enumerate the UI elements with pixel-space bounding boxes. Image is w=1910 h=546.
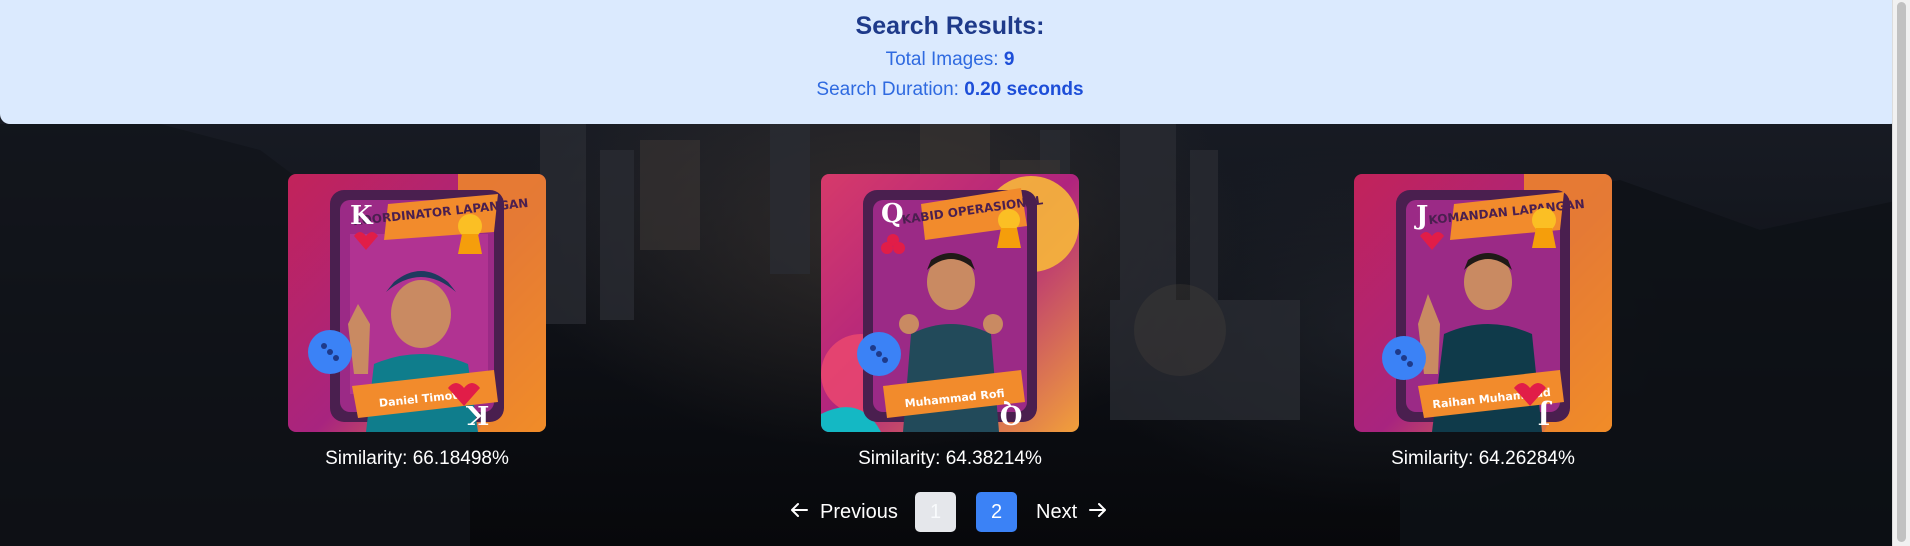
search-duration-label: Search Duration: <box>816 79 959 100</box>
next-label: Next <box>1036 500 1078 523</box>
card-rank: K <box>350 201 374 231</box>
arrow-left-icon <box>790 501 808 524</box>
search-results-header: Search Results: Total Images: 9 Search D… <box>0 0 1900 124</box>
result-card[interactable]: KABID OPERASIONAL Q Muhammad Rofi Q Simi… <box>821 174 1079 470</box>
vertical-scrollbar[interactable] <box>1892 0 1910 546</box>
card-rank-bottom: K <box>465 399 489 429</box>
result-image[interactable]: KOORDINATOR LAPANGAN K Daniel Timothy K <box>288 174 546 432</box>
card-rank-bottom: Q <box>1000 399 1023 429</box>
page-button-2-current[interactable]: 2 <box>976 492 1017 532</box>
similarity-score: Similarity: 64.38214% <box>858 448 1042 469</box>
next-button[interactable]: Next <box>1036 492 1107 532</box>
arrow-right-icon <box>1089 501 1107 524</box>
card-rank: Q <box>881 199 904 229</box>
result-card[interactable]: KOORDINATOR LAPANGAN K Daniel Timothy K … <box>288 174 546 470</box>
card-rank-bottom: J <box>1538 399 1552 429</box>
result-image[interactable]: KABID OPERASIONAL Q Muhammad Rofi Q <box>821 174 1079 432</box>
total-images-value: 9 <box>1003 49 1015 70</box>
pagination: Previous 1 2 Next <box>0 492 1900 532</box>
similarity-score: Similarity: 66.18498% <box>325 448 509 469</box>
scrollbar-thumb[interactable] <box>1897 2 1906 542</box>
previous-button[interactable]: Previous <box>790 492 898 532</box>
result-card[interactable]: KOMANDAN LAPANGAN J Raihan Muhammad J Si… <box>1354 174 1612 470</box>
total-images-stat: Total Images: 9 <box>0 49 1900 71</box>
page-button-1[interactable]: 1 <box>915 492 956 532</box>
previous-label: Previous <box>820 500 898 523</box>
card-rank: J <box>1414 201 1428 231</box>
total-images-label: Total Images: <box>885 49 999 70</box>
search-duration-value: 0.20 seconds <box>964 79 1084 100</box>
results-title: Search Results: <box>855 12 1045 40</box>
similarity-score: Similarity: 64.26284% <box>1391 448 1575 469</box>
search-duration-stat: Search Duration: 0.20 seconds <box>0 79 1900 101</box>
result-image[interactable]: KOMANDAN LAPANGAN J Raihan Muhammad J <box>1354 174 1612 432</box>
